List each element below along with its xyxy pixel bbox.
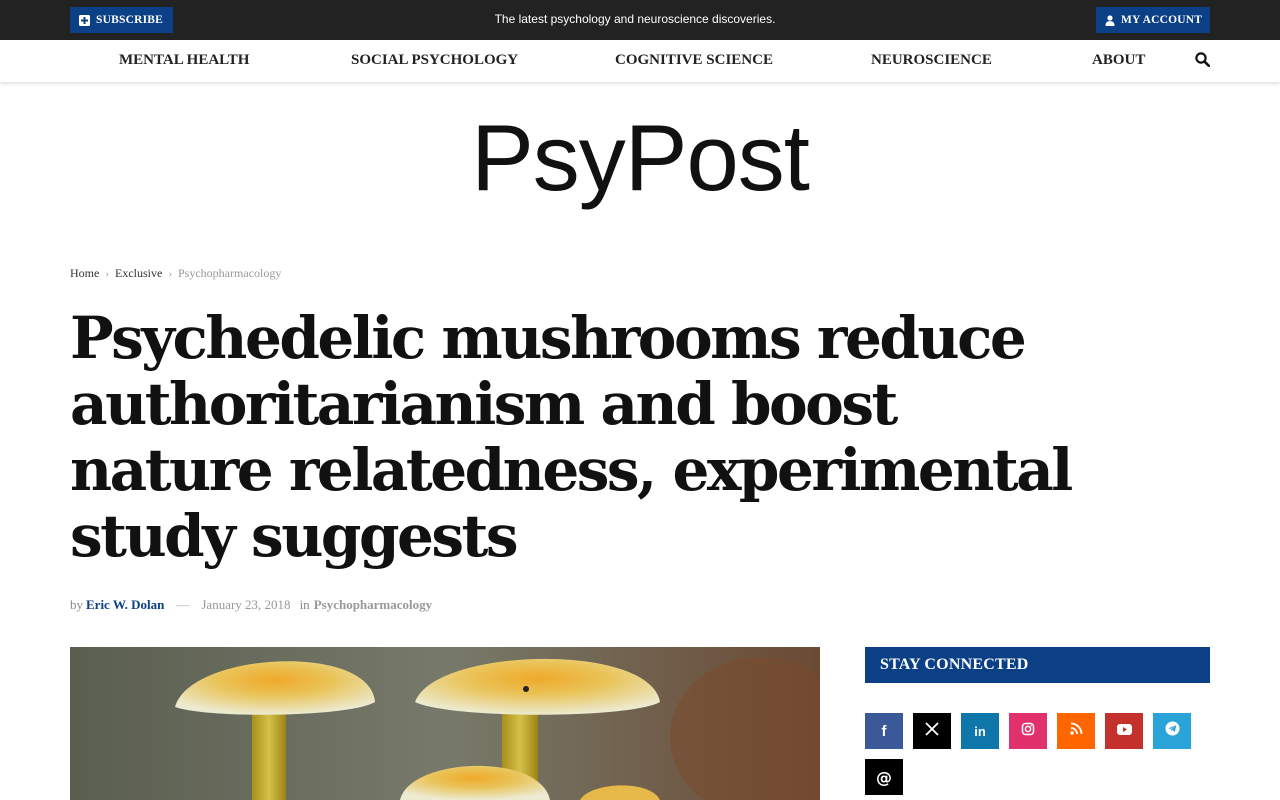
nav-item-cognitive-science[interactable]: COGNITIVE SCIENCE (615, 52, 773, 69)
youtube-button[interactable] (1105, 713, 1143, 749)
telegram-icon (1165, 721, 1180, 741)
user-icon (1105, 14, 1115, 26)
instagram-icon (1021, 722, 1035, 741)
author-link[interactable]: Eric W. Dolan (86, 597, 164, 613)
stay-connected-heading: STAY CONNECTED (865, 647, 1210, 683)
in-label: in (299, 597, 310, 612)
search-icon[interactable] (1195, 52, 1211, 68)
facebook-button[interactable]: f (865, 713, 903, 749)
by-label: by (70, 597, 83, 612)
instagram-button[interactable] (1009, 713, 1047, 749)
linkedin-button[interactable]: in (961, 713, 999, 749)
nav-item-about[interactable]: ABOUT (1092, 52, 1145, 69)
site-logo[interactable]: PsyPost (0, 104, 1280, 212)
main-nav: MENTAL HEALTH SOCIAL PSYCHOLOGY COGNITIV… (0, 40, 1280, 82)
breadcrumb: Home › Exclusive › Psychopharmacology (70, 266, 281, 281)
chevron-right-icon: › (105, 267, 109, 280)
article-meta: by Eric W. Dolan — January 23, 2018 in P… (70, 597, 432, 613)
linkedin-icon: in (974, 723, 986, 739)
x-button[interactable] (913, 713, 951, 749)
nav-item-neuroscience[interactable]: NEUROSCIENCE (871, 52, 992, 69)
article-hero-image (70, 647, 820, 800)
rss-button[interactable] (1057, 713, 1095, 749)
breadcrumb-exclusive[interactable]: Exclusive (115, 266, 162, 281)
facebook-icon: f (881, 722, 887, 740)
rss-icon (1069, 722, 1083, 740)
threads-icon: @ (876, 767, 892, 787)
breadcrumb-home[interactable]: Home (70, 266, 99, 281)
nav-item-social-psychology[interactable]: SOCIAL PSYCHOLOGY (351, 52, 518, 69)
my-account-button[interactable]: MY ACCOUNT (1096, 7, 1210, 33)
youtube-icon (1116, 722, 1132, 740)
my-account-label: MY ACCOUNT (1121, 14, 1203, 26)
site-tagline: The latest psychology and neuroscience d… (494, 12, 776, 26)
threads-button[interactable]: @ (865, 759, 903, 795)
publish-date: January 23, 2018 (201, 597, 291, 612)
article-title: Psychedelic mushrooms reduce authoritari… (70, 304, 1073, 570)
breadcrumb-psychopharmacology[interactable]: Psychopharmacology (178, 266, 281, 281)
telegram-button[interactable] (1153, 713, 1191, 749)
category-link[interactable]: Psychopharmacology (314, 597, 432, 613)
chevron-right-icon: › (168, 267, 172, 280)
nav-item-mental-health[interactable]: MENTAL HEALTH (119, 52, 249, 69)
top-bar: SUBSCRIBE The latest psychology and neur… (0, 0, 1280, 40)
meta-separator: — (176, 597, 190, 612)
x-icon (925, 721, 939, 741)
